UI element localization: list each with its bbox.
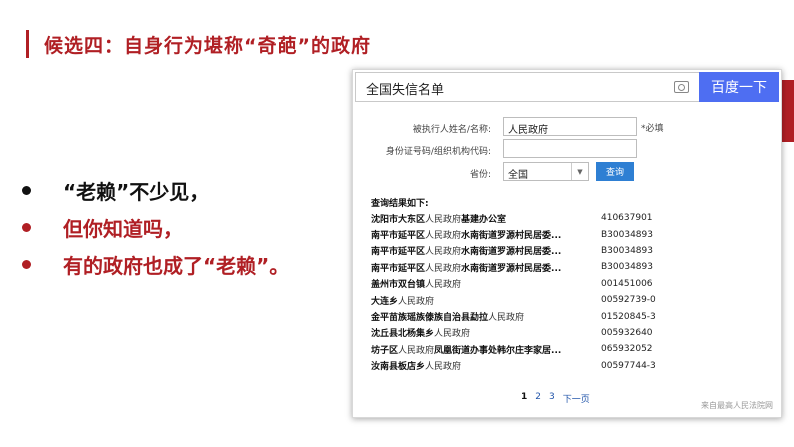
result-name-prefix: 沈丘县北杨集乡 bbox=[371, 329, 435, 340]
result-name[interactable]: 南平市延平区人民政府水南街道罗源村民居委... bbox=[371, 261, 601, 274]
bullet-text-3: 有的政府也成了“老赖”。 bbox=[63, 254, 290, 278]
result-code: 00592739-0 bbox=[601, 295, 656, 306]
name-field[interactable]: 人民政府 bbox=[503, 117, 637, 136]
page-3[interactable]: 3 bbox=[549, 392, 555, 405]
result-code: B30034893 bbox=[601, 245, 653, 256]
result-name-prefix: 坊子区 bbox=[371, 345, 399, 356]
result-name[interactable]: 坊子区人民政府凤凰街道办事处韩尔庄李家居... bbox=[371, 343, 601, 356]
result-code: B30034893 bbox=[601, 229, 653, 240]
result-name-keyword: 人民政府 bbox=[425, 362, 462, 373]
result-code: 065932052 bbox=[601, 344, 653, 355]
slide-title: 候选四：自身行为堪称“奇葩”的政府 bbox=[44, 35, 371, 57]
id-label: 身份证号码/组织机构代码: bbox=[385, 147, 491, 157]
result-name-keyword: 人民政府 bbox=[398, 345, 435, 356]
bullet-item-3: 有的政府也成了“老赖”。 bbox=[22, 246, 289, 283]
result-name-keyword: 人民政府 bbox=[434, 329, 471, 340]
table-row[interactable]: 盖州市双台镇人民政府 001451006 bbox=[371, 276, 661, 292]
result-code: 410637901 bbox=[601, 213, 653, 224]
province-value: 全国 bbox=[508, 170, 528, 181]
province-label: 省份: bbox=[469, 170, 491, 180]
bullet-text-2: 但你知道吗， bbox=[63, 217, 183, 241]
result-name-keyword: 人民政府 bbox=[425, 263, 462, 274]
result-name[interactable]: 大连乡人民政府 bbox=[371, 294, 601, 307]
table-row[interactable]: 大连乡人民政府 00592739-0 bbox=[371, 292, 661, 308]
search-button[interactable]: 百度一下 bbox=[699, 72, 779, 102]
result-name-prefix: 南平市延平区 bbox=[371, 263, 426, 274]
table-row[interactable]: 南平市延平区人民政府水南街道罗源村民居委... B30034893 bbox=[371, 243, 661, 259]
name-label: 被执行人姓名/名称: bbox=[412, 125, 491, 135]
result-name-keyword: 人民政府 bbox=[425, 247, 462, 258]
result-name-prefix: 南平市延平区 bbox=[371, 231, 426, 242]
bullet-item-1: “老赖”不少见， bbox=[22, 172, 289, 209]
camera-icon[interactable] bbox=[674, 81, 689, 93]
search-input[interactable]: 全国失信名单 bbox=[355, 72, 699, 102]
result-name-keyword: 人民政府 bbox=[398, 296, 435, 307]
result-code: 01520845-3 bbox=[601, 311, 656, 322]
search-query-text: 全国失信名单 bbox=[366, 83, 445, 98]
result-name[interactable]: 南平市延平区人民政府水南街道罗源村民居委... bbox=[371, 228, 601, 241]
screenshot-card: 全国失信名单 百度一下 被执行人姓名/名称: 人民政府 *必填 身份证号码/组织… bbox=[352, 69, 782, 418]
result-code: 00597744-3 bbox=[601, 360, 656, 371]
result-name-keyword: 人民政府 bbox=[488, 313, 525, 324]
table-row[interactable]: 南平市延平区人民政府水南街道罗源村民居委... B30034893 bbox=[371, 259, 661, 275]
result-name-suffix: 水南街道罗源村民居委... bbox=[461, 263, 562, 274]
bullet-item-2: 但你知道吗， bbox=[22, 209, 289, 246]
result-name-prefix: 金平苗族瑶族傣族自治县勐拉 bbox=[371, 313, 489, 324]
result-code: 005932640 bbox=[601, 327, 653, 338]
bullet-list: “老赖”不少见， 但你知道吗， 有的政府也成了“老赖”。 bbox=[22, 172, 289, 283]
result-code: B30034893 bbox=[601, 262, 653, 273]
page-1[interactable]: 1 bbox=[521, 392, 527, 405]
chevron-down-icon: ▼ bbox=[571, 163, 588, 180]
result-name-suffix: 基建办公室 bbox=[461, 214, 507, 225]
table-row[interactable]: 沈阳市大东区人民政府基建办公室 410637901 bbox=[371, 210, 661, 226]
query-button[interactable]: 查询 bbox=[596, 162, 634, 181]
results-list: 沈阳市大东区人民政府基建办公室 410637901 南平市延平区人民政府水南街道罗源… bbox=[371, 210, 661, 374]
results-heading: 查询结果如下: bbox=[371, 199, 429, 209]
bullet-text-1: “老赖”不少见， bbox=[63, 180, 210, 204]
result-name-prefix: 沈阳市大东区 bbox=[371, 214, 426, 225]
table-row[interactable]: 金平苗族瑶族傣族自治县勐拉人民政府 01520845-3 bbox=[371, 308, 661, 324]
result-code: 001451006 bbox=[601, 278, 653, 289]
pagination: 1 2 3 下一页 bbox=[521, 392, 590, 405]
id-field[interactable] bbox=[503, 139, 637, 158]
result-name[interactable]: 沈丘县北杨集乡人民政府 bbox=[371, 326, 601, 339]
result-name-suffix: 水南街道罗源村民居委... bbox=[461, 247, 562, 258]
title-accent-bar bbox=[26, 30, 29, 58]
result-name[interactable]: 盖州市双台镇人民政府 bbox=[371, 277, 601, 290]
result-name[interactable]: 南平市延平区人民政府水南街道罗源村民居委... bbox=[371, 244, 601, 257]
result-name-suffix: 凤凰街道办事处韩尔庄李家居... bbox=[434, 345, 562, 356]
next-page-link[interactable]: 下一页 bbox=[563, 392, 590, 405]
source-note: 来自最高人民法院网 bbox=[701, 401, 773, 410]
result-name[interactable]: 沈阳市大东区人民政府基建办公室 bbox=[371, 212, 601, 225]
result-name-keyword: 人民政府 bbox=[425, 231, 462, 242]
page-2[interactable]: 2 bbox=[535, 392, 541, 405]
result-name-prefix: 汝南县板店乡 bbox=[371, 362, 426, 373]
result-name-keyword: 人民政府 bbox=[425, 214, 462, 225]
table-row[interactable]: 南平市延平区人民政府水南街道罗源村民居委... B30034893 bbox=[371, 226, 661, 242]
result-name-keyword: 人民政府 bbox=[425, 280, 462, 291]
result-name-prefix: 大连乡 bbox=[371, 296, 399, 307]
result-name-prefix: 盖州市双台镇 bbox=[371, 280, 426, 291]
result-name[interactable]: 金平苗族瑶族傣族自治县勐拉人民政府 bbox=[371, 310, 601, 323]
required-note: *必填 bbox=[641, 124, 664, 134]
result-name[interactable]: 汝南县板店乡人民政府 bbox=[371, 359, 601, 372]
table-row[interactable]: 沈丘县北杨集乡人民政府 005932640 bbox=[371, 325, 661, 341]
bullet-dot-icon bbox=[22, 186, 31, 195]
result-name-prefix: 南平市延平区 bbox=[371, 247, 426, 258]
bullet-dot-icon bbox=[22, 223, 31, 232]
bullet-dot-icon bbox=[22, 260, 31, 269]
result-name-suffix: 水南街道罗源村民居委... bbox=[461, 231, 562, 242]
table-row[interactable]: 坊子区人民政府凤凰街道办事处韩尔庄李家居... 065932052 bbox=[371, 341, 661, 357]
table-row[interactable]: 汝南县板店乡人民政府 00597744-3 bbox=[371, 358, 661, 374]
province-select[interactable]: 全国 ▼ bbox=[503, 162, 589, 181]
